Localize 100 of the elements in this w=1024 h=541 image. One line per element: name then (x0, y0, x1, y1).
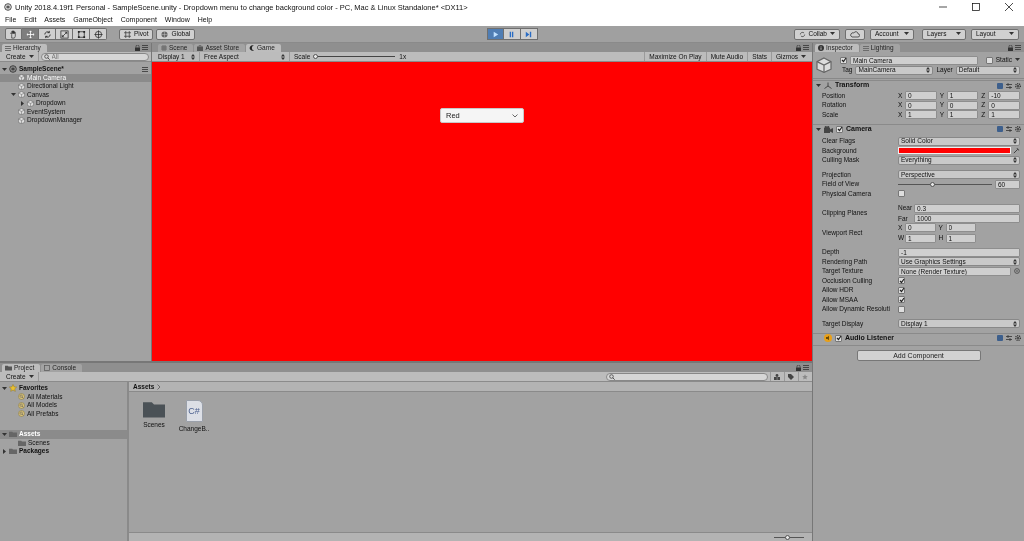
chevron-icon (157, 383, 162, 390)
sliders-icon[interactable] (1006, 126, 1012, 132)
checkbox[interactable] (836, 125, 843, 133)
expand-arrow-icon[interactable] (816, 126, 821, 132)
expand-arrow-icon[interactable] (816, 83, 821, 88)
scale-icon (59, 29, 69, 39)
checkbox[interactable] (898, 286, 905, 294)
updown-arrow-icon (1013, 157, 1017, 164)
play-button[interactable] (486, 28, 504, 40)
step-icon (524, 29, 533, 39)
filter-label-button[interactable] (784, 372, 796, 381)
cube-icon (816, 57, 832, 73)
updown-arrow-icon (1013, 171, 1017, 178)
tool-button[interactable] (56, 28, 73, 40)
checkbox[interactable] (898, 305, 905, 313)
settings-icon[interactable] (1015, 335, 1021, 341)
hand-icon (9, 29, 18, 39)
cloud-button[interactable] (845, 28, 865, 40)
slider-thumb[interactable] (929, 181, 935, 187)
expand-arrow-icon[interactable] (2, 385, 7, 391)
caret-icon (801, 54, 806, 59)
folder-icon (143, 400, 165, 418)
move-icon (25, 29, 35, 39)
menu-icon[interactable] (1015, 44, 1021, 50)
script-file-icon: C# (185, 400, 203, 422)
scene-icon (9, 65, 17, 74)
menu-icon[interactable] (142, 66, 148, 72)
lock-icon[interactable] (135, 44, 140, 51)
caret-icon (830, 32, 835, 36)
checkbox[interactable] (835, 334, 842, 342)
chevron-icon (512, 113, 518, 118)
slider-track[interactable] (898, 180, 992, 188)
lock-icon[interactable] (796, 44, 801, 51)
slider-thumb[interactable] (784, 534, 790, 540)
settings-icon[interactable] (1015, 126, 1021, 132)
caret-icon (904, 32, 909, 36)
tool-button[interactable] (5, 28, 22, 40)
sliders-icon[interactable] (1006, 82, 1012, 89)
filter-type-button[interactable] (770, 372, 782, 381)
minimize-icon (939, 3, 947, 11)
search-icon (43, 53, 50, 60)
caret-icon (1015, 58, 1020, 62)
checkbox[interactable] (898, 296, 905, 304)
lines-icon (862, 45, 869, 51)
bag-icon (197, 45, 204, 51)
list-icon (5, 45, 11, 51)
axes-icon (824, 81, 832, 90)
tool-button[interactable] (39, 28, 56, 40)
caret-icon (28, 374, 34, 379)
globe-icon (161, 30, 169, 38)
updown-arrow-icon (191, 53, 195, 60)
updown-arrow-icon (1013, 138, 1017, 145)
menu-icon[interactable] (803, 44, 809, 50)
info-icon (818, 45, 824, 51)
menu-icon[interactable] (803, 364, 809, 370)
logo-icon (4, 3, 12, 11)
checkbox[interactable] (840, 56, 847, 64)
color-field[interactable] (898, 147, 1011, 155)
camera-icon (824, 125, 833, 133)
caret-icon (1009, 32, 1014, 36)
expand-arrow-icon[interactable] (2, 431, 7, 437)
updown-arrow-icon (1013, 320, 1017, 327)
settings-icon[interactable] (1015, 82, 1021, 89)
slider-thumb[interactable] (313, 54, 319, 59)
menu-icon[interactable] (142, 44, 148, 50)
speaker-icon (824, 334, 832, 342)
star-icon (9, 384, 17, 393)
caret-icon (28, 54, 34, 59)
search-icon (609, 373, 615, 380)
expand-arrow-icon[interactable] (20, 100, 25, 106)
checkbox[interactable] (898, 277, 905, 285)
shapes-icon (773, 373, 780, 380)
rect-icon (76, 29, 86, 39)
expand-arrow-icon[interactable] (11, 92, 16, 98)
pivot-icon (124, 30, 131, 38)
expand-arrow-icon[interactable] (2, 66, 7, 72)
pause-icon (507, 29, 516, 39)
expand-arrow-icon[interactable] (2, 448, 7, 454)
cube-icon (27, 99, 34, 107)
sync-icon (798, 30, 806, 38)
crescent-icon (249, 45, 256, 51)
cloud-icon (850, 30, 860, 38)
target-icon (1014, 268, 1020, 275)
updown-arrow-icon (1013, 67, 1017, 73)
updown-arrow-icon (281, 53, 285, 60)
tool-button[interactable] (22, 28, 39, 40)
tool-button[interactable] (90, 28, 107, 40)
lock-icon[interactable] (1008, 44, 1013, 51)
search-field[interactable] (606, 372, 768, 381)
lock-icon[interactable] (796, 364, 801, 371)
maximize-icon (972, 3, 980, 11)
caret-icon (956, 32, 961, 36)
console-icon (44, 365, 51, 371)
updown-arrow-icon (926, 67, 931, 73)
tool-button[interactable] (73, 28, 90, 40)
checkbox[interactable] (985, 56, 993, 64)
eyedropper-icon (1013, 147, 1020, 155)
sliders-icon[interactable] (1006, 335, 1012, 341)
checkbox[interactable] (898, 190, 905, 198)
transform-icon (93, 29, 103, 39)
